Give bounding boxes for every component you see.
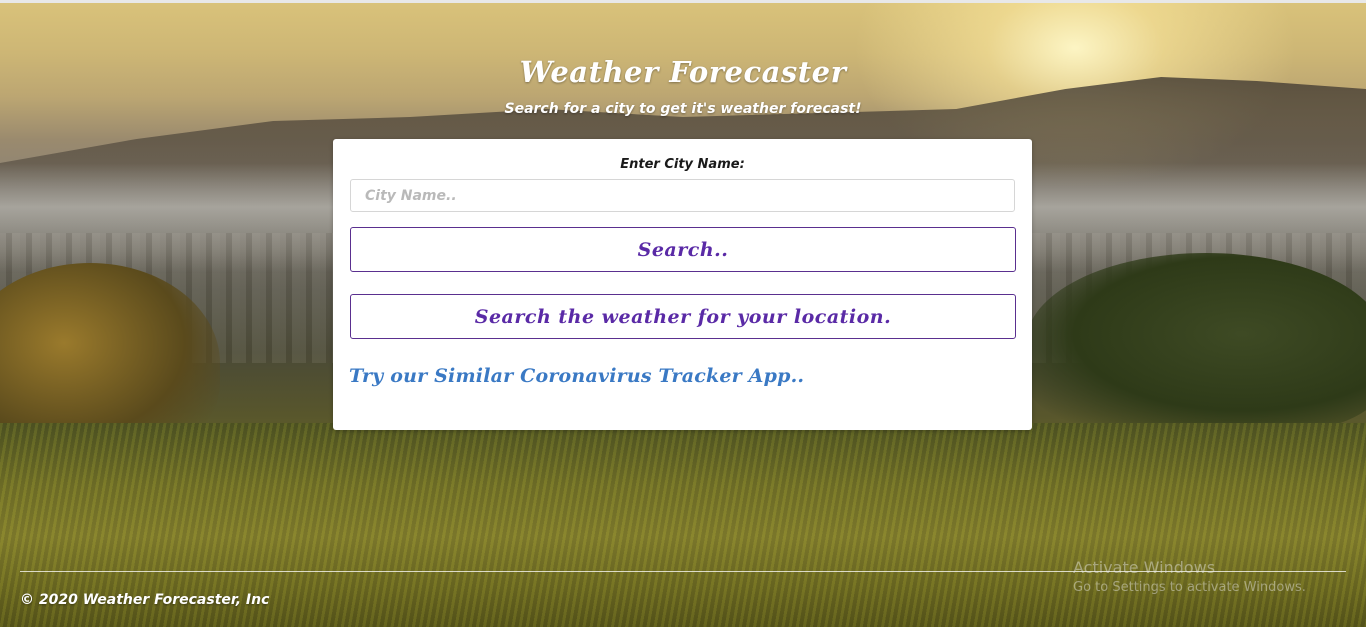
background-trees-right [1026,253,1366,433]
page-header: Weather Forecaster Search for a city to … [0,55,1366,117]
watermark-subtitle: Go to Settings to activate Windows. [1073,579,1306,595]
search-card: Enter City Name: Search.. Search the wea… [333,139,1032,430]
watermark-title: Activate Windows [1073,558,1216,577]
search-button[interactable]: Search.. [350,227,1016,272]
coronavirus-tracker-link[interactable]: Try our Similar Coronavirus Tracker App.… [349,365,804,387]
location-search-button-label: Search the weather for your location. [474,305,892,328]
footer-copyright: © 2020 Weather Forecaster, Inc [20,592,270,608]
activate-windows-watermark: Activate Windows Go to Settings to activ… [1073,557,1306,596]
page-title: Weather Forecaster [519,55,847,89]
city-name-input[interactable] [350,179,1015,212]
location-search-button[interactable]: Search the weather for your location. [350,294,1016,339]
page-subtitle: Search for a city to get it's weather fo… [504,101,862,117]
page: Weather Forecaster Search for a city to … [0,0,1366,627]
search-button-label: Search.. [637,238,729,261]
city-name-label: Enter City Name: [620,157,745,172]
